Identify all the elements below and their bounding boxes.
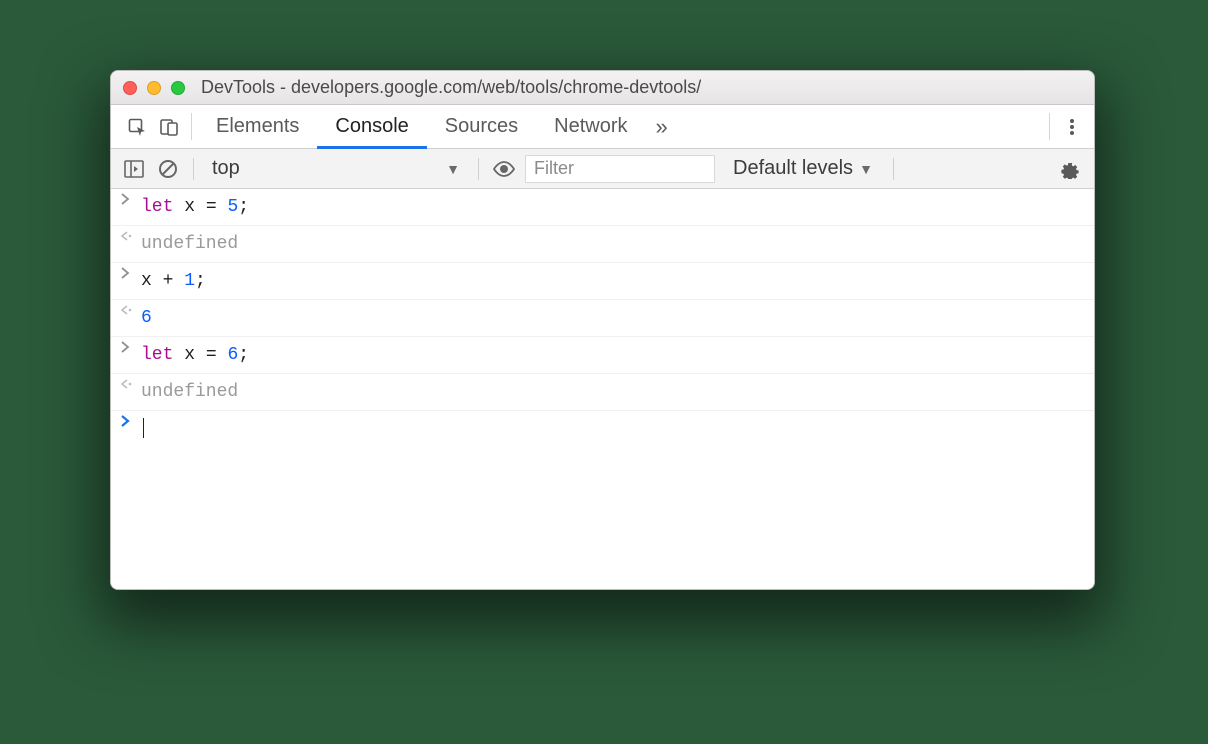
main-tabstrip: ElementsConsoleSourcesNetwork » bbox=[111, 105, 1094, 149]
input-arrow-icon bbox=[119, 341, 141, 353]
window-title: DevTools - developers.google.com/web/too… bbox=[201, 77, 701, 98]
filter-input[interactable] bbox=[525, 155, 715, 183]
console-output-row: undefined bbox=[111, 374, 1094, 411]
output-arrow-icon bbox=[119, 304, 141, 316]
chevron-right-double-icon: » bbox=[656, 114, 668, 140]
titlebar: DevTools - developers.google.com/web/too… bbox=[111, 71, 1094, 105]
zoom-window-button[interactable] bbox=[171, 81, 185, 95]
more-options-button[interactable] bbox=[1056, 105, 1088, 148]
code-content: undefined bbox=[141, 230, 238, 258]
code-content: let x = 6; bbox=[141, 341, 249, 369]
chevron-down-icon: ▼ bbox=[446, 161, 460, 177]
tab-elements[interactable]: Elements bbox=[198, 106, 317, 149]
live-expression-icon[interactable] bbox=[491, 156, 517, 182]
log-levels-select[interactable]: Default levels ▼ bbox=[733, 157, 873, 180]
close-window-button[interactable] bbox=[123, 81, 137, 95]
clear-console-icon[interactable] bbox=[155, 156, 181, 182]
inspect-element-icon[interactable] bbox=[121, 105, 153, 148]
context-label: top bbox=[212, 157, 240, 180]
traffic-lights bbox=[123, 81, 185, 95]
tabstrip-divider-right bbox=[1049, 113, 1050, 140]
input-arrow-icon bbox=[119, 193, 141, 205]
chevron-down-icon: ▼ bbox=[859, 161, 873, 177]
console-toolbar: top ▼ Default levels ▼ bbox=[111, 149, 1094, 189]
console-sidebar-toggle-icon[interactable] bbox=[121, 156, 147, 182]
code-content: let x = 5; bbox=[141, 193, 249, 221]
console-output-row: undefined bbox=[111, 226, 1094, 263]
levels-label: Default levels bbox=[733, 157, 853, 180]
prompt-input[interactable] bbox=[141, 415, 144, 443]
console-prompt-row[interactable] bbox=[111, 411, 1094, 447]
console-output[interactable]: let x = 5; undefined x + 1; 6 let x = 6; unde… bbox=[111, 189, 1094, 589]
tab-sources[interactable]: Sources bbox=[427, 106, 536, 149]
console-input-row: let x = 5; bbox=[111, 189, 1094, 226]
console-output-row: 6 bbox=[111, 300, 1094, 337]
code-content: x + 1; bbox=[141, 267, 206, 295]
console-settings-icon[interactable] bbox=[1056, 155, 1084, 183]
code-content: undefined bbox=[141, 378, 238, 406]
code-content: 6 bbox=[141, 304, 152, 332]
tabstrip-divider bbox=[191, 113, 192, 140]
output-arrow-icon bbox=[119, 378, 141, 390]
prompt-arrow-icon bbox=[119, 415, 141, 427]
execution-context-select[interactable]: top ▼ bbox=[206, 157, 466, 180]
input-arrow-icon bbox=[119, 267, 141, 279]
device-toggle-icon[interactable] bbox=[153, 105, 185, 148]
tab-network[interactable]: Network bbox=[536, 106, 645, 149]
console-input-row: x + 1; bbox=[111, 263, 1094, 300]
tabs: ElementsConsoleSourcesNetwork bbox=[198, 105, 646, 148]
console-input-row: let x = 6; bbox=[111, 337, 1094, 374]
devtools-window: DevTools - developers.google.com/web/too… bbox=[110, 70, 1095, 590]
tabs-overflow-button[interactable]: » bbox=[646, 105, 678, 148]
output-arrow-icon bbox=[119, 230, 141, 242]
minimize-window-button[interactable] bbox=[147, 81, 161, 95]
tab-console[interactable]: Console bbox=[317, 106, 426, 149]
